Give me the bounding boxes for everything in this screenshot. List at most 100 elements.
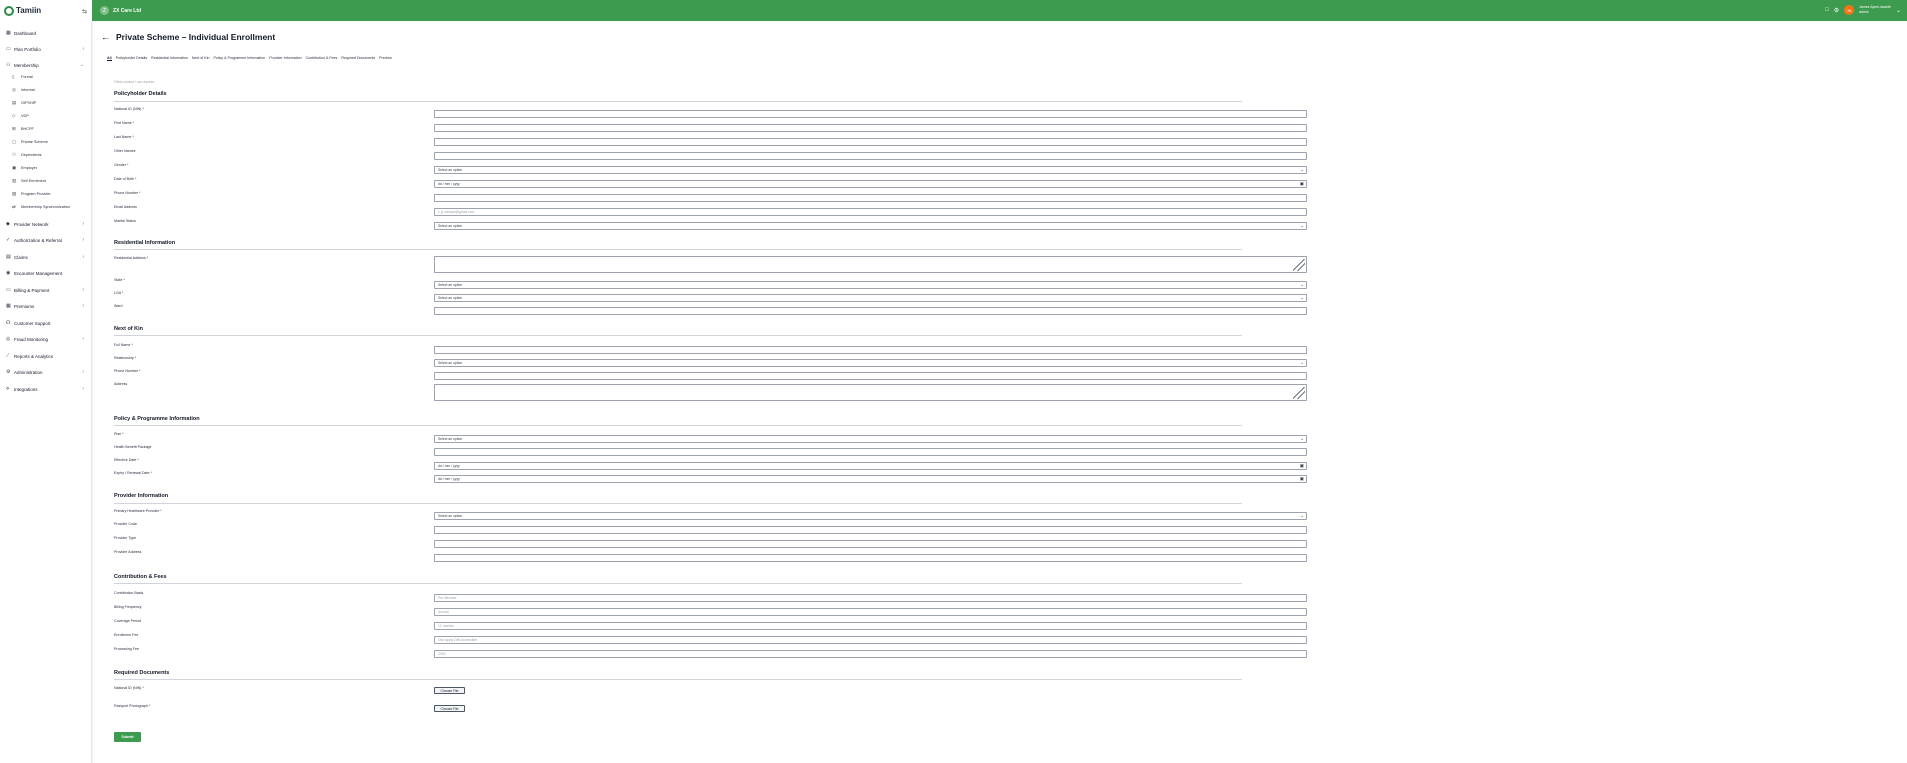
chevron-right-icon: › <box>82 287 84 293</box>
residential-address-textarea[interactable] <box>434 256 1307 273</box>
tab-next-of-kin[interactable]: Next of Kin <box>192 56 210 61</box>
back-arrow-icon[interactable]: ← <box>101 32 110 42</box>
calendar-icon[interactable]: ▣ <box>1300 476 1304 482</box>
coverage-period-input[interactable]: 12 months <box>434 622 1307 630</box>
state-select[interactable]: Select an option ⌄ <box>434 281 1307 289</box>
primary-provider-select[interactable]: Select an option ⌄ <box>434 512 1307 520</box>
shield-icon: ◎ <box>6 336 11 342</box>
clipboard-icon: ◉ <box>6 270 11 276</box>
ward-input[interactable] <box>434 307 1307 315</box>
sidebar-sub-gifship[interactable]: ▤ GIFSHIP <box>12 99 86 107</box>
document-icon: ▤ <box>6 254 11 260</box>
sidebar-item-plan-portfolio[interactable]: ▭ Plan Portfolio › <box>6 44 86 54</box>
nok-phone-input[interactable] <box>434 372 1307 380</box>
email-input[interactable]: e.g. sample@gmail.com <box>434 208 1307 216</box>
nok-full-name-input[interactable] <box>434 346 1307 354</box>
lga-select[interactable]: Select an option ⌄ <box>434 294 1307 302</box>
sidebar-sub-dependents[interactable]: ⚇ Dependents <box>12 151 86 159</box>
settings-icon[interactable]: ⚙ <box>1834 7 1839 14</box>
sidebar-item-dashboard[interactable]: ▦ Dashboard <box>6 28 86 38</box>
sidebar-item-authorization[interactable]: ✓ Authorization & Referral › <box>6 235 86 245</box>
sidebar-item-encounter[interactable]: ◉ Encounter Management <box>6 268 86 278</box>
tab-policy[interactable]: Policy & Programme Information <box>214 56 266 61</box>
sidebar-item-integrations[interactable]: ⟡ Integrations › <box>6 384 86 394</box>
avatar[interactable]: JA <box>1844 5 1855 15</box>
nok-relationship-value: Select an option <box>438 361 463 365</box>
tab-policyholder[interactable]: Policyholder Details <box>116 56 148 61</box>
tab-provider[interactable]: Provider Information <box>269 56 301 61</box>
chevron-down-icon: ⌄ <box>1300 513 1304 518</box>
notification-icon[interactable]: □ <box>1825 7 1829 13</box>
tab-all[interactable]: All <box>107 56 112 61</box>
nok-relationship-select[interactable]: Select an option ⌄ <box>434 359 1307 367</box>
top-right-controls: □ ⚙ JA James Ayeni-Asante admin ⌄ <box>1825 5 1901 15</box>
sidebar-sub-private-scheme[interactable]: ▢ Private Scheme <box>12 138 86 146</box>
sidebar-sub-informal[interactable]: ◎ Informal <box>12 86 86 94</box>
passport-choose-file-button[interactable]: Choose File <box>434 705 465 712</box>
org-switcher[interactable]: Z ZX Care Ltd <box>100 6 141 15</box>
sidebar: ▦ Dashboard ▭ Plan Portfolio › ⚇ Membership ⌄… <box>0 21 92 763</box>
sidebar-item-membership[interactable]: ⚇ Membership ⌄ <box>6 60 86 70</box>
tab-documents[interactable]: Required Documents <box>341 56 375 61</box>
provider-address-input[interactable] <box>434 554 1307 562</box>
enrollment-fee-input[interactable]: Use Apply Drill Accessible <box>434 636 1307 644</box>
sidebar-item-customer-support[interactable]: ☊ Customer Support <box>6 318 86 328</box>
sidebar-item-premiums[interactable]: ▦ Premiums › <box>6 301 86 311</box>
sidebar-item-provider-network[interactable]: ◆ Provider Network › <box>6 219 86 229</box>
resize-handle-icon[interactable] <box>1293 387 1305 399</box>
section-title-next-of-kin: Next of Kin <box>114 326 144 332</box>
tab-contribution[interactable]: Contribution & Fees <box>306 56 338 61</box>
sidebar-item-billing[interactable]: ▭ Billing & Payment › <box>6 285 86 295</box>
marital-status-select[interactable]: Select an option ⌄ <box>434 222 1307 230</box>
contribution-basis-input[interactable]: Per Member <box>434 594 1307 602</box>
gender-select[interactable]: Select an option ⌄ <box>434 166 1307 174</box>
provider-code-input[interactable] <box>434 526 1307 534</box>
resize-handle-icon[interactable] <box>1293 259 1305 271</box>
sidebar-item-administration[interactable]: ⚙ Administration › <box>6 367 86 377</box>
nok-address-textarea[interactable] <box>434 384 1307 401</box>
plan-select[interactable]: Select an option ⌄ <box>434 435 1307 443</box>
sidebar-item-reports[interactable]: ⟋ Reports & Analytics <box>6 351 86 361</box>
marital-status-label: Marital Status <box>114 219 136 223</box>
state-label: State * <box>114 278 125 282</box>
other-names-input[interactable] <box>434 152 1307 160</box>
sidebar-item-claims[interactable]: ▤ Claims › <box>6 252 86 262</box>
first-name-input[interactable] <box>434 124 1307 132</box>
effective-date-input[interactable]: dd / mm / yyyy ▣ <box>434 462 1307 470</box>
chevron-down-icon: ⌄ <box>1300 295 1304 300</box>
billing-frequency-input[interactable]: Annual <box>434 608 1307 616</box>
sidebar-item-fraud-monitoring[interactable]: ◎ Fraud Monitoring › <box>6 334 86 344</box>
calendar-icon[interactable]: ▣ <box>1300 181 1304 187</box>
nok-address-label: Address <box>114 382 128 386</box>
tab-residential[interactable]: Residential Information <box>151 56 188 61</box>
tab-preview[interactable]: Preview <box>379 56 392 61</box>
expiry-date-input[interactable]: dd / mm / yyyy ▣ <box>434 475 1307 483</box>
chevron-right-icon: › <box>82 303 84 309</box>
collapse-sidebar-icon[interactable]: ⇆ <box>82 8 87 15</box>
nin-choose-file-button[interactable]: Choose File <box>434 687 465 694</box>
sidebar-sub-employer[interactable]: ▣ Employer <box>12 164 86 172</box>
clinic-icon: ▨ <box>12 191 17 196</box>
chevron-right-icon: › <box>82 237 84 243</box>
calendar-icon[interactable]: ▣ <box>1300 463 1304 469</box>
sidebar-sub-membership-sync[interactable]: ⇄ Membership Synchronization <box>12 203 86 211</box>
sidebar-sub-program-provider[interactable]: ▨ Program Provider <box>12 190 86 198</box>
chevron-down-icon[interactable]: ⌄ <box>1896 7 1901 14</box>
section-divider <box>114 425 1242 426</box>
nok-relationship-label: Relationship * <box>114 356 137 360</box>
user-info[interactable]: James Ayeni-Asante admin <box>1859 5 1891 15</box>
sidebar-sub-vdp[interactable]: ◇ VDP <box>12 112 86 120</box>
sidebar-item-label: Claims <box>14 254 28 260</box>
sidebar-sub-formal[interactable]: ▯ Formal <box>12 73 86 81</box>
sidebar-item-label: Integrations <box>14 386 38 392</box>
sidebar-sub-self-enrolment[interactable]: ▥ Self Enrolment <box>12 177 86 185</box>
dob-input[interactable]: dd / mm / yyyy ▣ <box>434 180 1307 188</box>
sidebar-sub-bhcpf[interactable]: ⊞ BHCPF <box>12 125 86 133</box>
last-name-input[interactable] <box>434 138 1307 146</box>
processing-fee-input[interactable]: 2000 <box>434 650 1307 658</box>
benefit-package-input[interactable] <box>434 448 1307 456</box>
nin-input[interactable] <box>434 110 1307 118</box>
submit-button[interactable]: Submit <box>114 732 141 742</box>
phone-input[interactable] <box>434 194 1307 202</box>
provider-type-input[interactable] <box>434 540 1307 548</box>
